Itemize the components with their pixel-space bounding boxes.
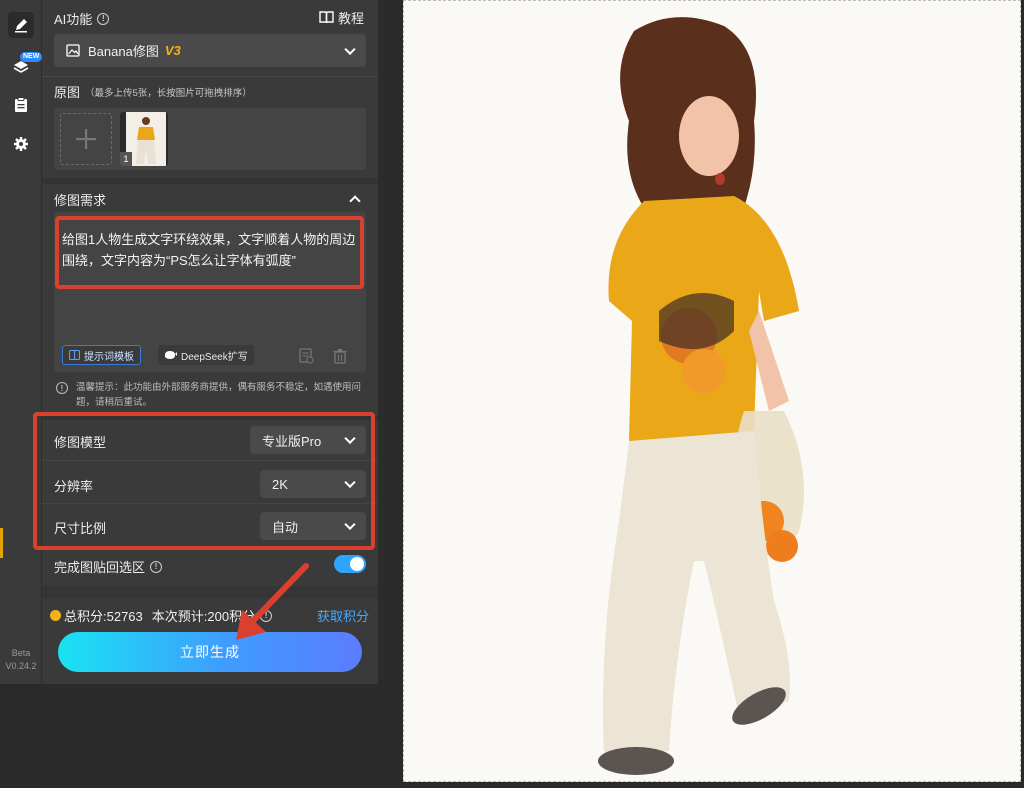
prompt-text: 给图1人物生成文字环绕效果，文字顺着人物的周边围绕，文字内容为“PS怎么让字体有… bbox=[62, 232, 356, 268]
ai-model-select[interactable]: Banana修图 V3 bbox=[54, 34, 366, 67]
tutorial-label: 教程 bbox=[337, 11, 364, 26]
panel-gutter bbox=[378, 0, 400, 788]
edit-tool-button[interactable] bbox=[8, 12, 34, 38]
prompt-textarea[interactable]: 给图1人物生成文字环绕效果，文字顺着人物的周边围绕，文字内容为“PS怎么让字体有… bbox=[54, 212, 366, 372]
notice: ! 温馨提示：此功能由外部服务商提供，偶有服务不稳定，如遇使用问题，请稍后重试。 bbox=[56, 380, 364, 410]
image-edit-icon bbox=[66, 44, 80, 57]
trash-icon[interactable] bbox=[332, 348, 348, 364]
whale-icon bbox=[165, 351, 177, 359]
model-setting-select[interactable]: 专业版Pro bbox=[250, 426, 366, 454]
section-separator bbox=[42, 416, 378, 420]
collapse-button[interactable] bbox=[347, 192, 363, 207]
notice-info-icon: ! bbox=[56, 382, 68, 394]
clipboard-icon bbox=[15, 97, 27, 112]
original-hint: （最多上传5张，长按图片可拖拽排序） bbox=[85, 87, 252, 99]
history-icon[interactable] bbox=[298, 348, 314, 364]
thumbnail-index: 1 bbox=[120, 152, 132, 166]
resolution-select[interactable]: 2K bbox=[260, 470, 366, 498]
get-credits-link[interactable]: 获取积分 bbox=[317, 606, 369, 625]
notes-tool-button[interactable] bbox=[8, 92, 34, 118]
deepseek-expand-button[interactable]: DeepSeek扩写 bbox=[158, 345, 254, 365]
version-label: Beta bbox=[11, 648, 31, 658]
paste-back-toggle[interactable] bbox=[334, 555, 366, 573]
chevron-down-icon bbox=[344, 43, 356, 55]
deepseek-label: DeepSeek扩写 bbox=[181, 351, 248, 363]
paste-back-label: 完成图贴回选区 bbox=[54, 560, 146, 575]
thumbnail-photo bbox=[126, 112, 166, 166]
resolution-label: 分辨率 bbox=[54, 479, 94, 494]
ai-panel: AI功能 ! 教程 Banana修图 V3 原图 （最多上传5张，长按图片可拖拽… bbox=[42, 0, 378, 684]
ratio-value: 自动 bbox=[272, 519, 299, 535]
section-separator bbox=[42, 178, 378, 184]
panel-footer-area bbox=[42, 684, 378, 788]
prompt-template-label: 提示词模板 bbox=[84, 351, 134, 363]
settings-tool-button[interactable] bbox=[8, 131, 34, 157]
tool-rail: NEW Beta V0.24.2 bbox=[0, 0, 43, 684]
arrow-annotation bbox=[236, 563, 309, 640]
prompt-header: 修图需求 bbox=[54, 190, 106, 209]
rail-footer bbox=[0, 684, 42, 788]
ai-model-name: Banana修图 bbox=[88, 44, 159, 59]
plus-icon bbox=[76, 129, 96, 149]
pencil-icon bbox=[15, 19, 27, 33]
tutorial-link[interactable]: 教程 bbox=[319, 8, 364, 27]
ratio-select[interactable]: 自动 bbox=[260, 512, 366, 540]
version-number: V0.24.2 bbox=[5, 661, 37, 671]
image-thumbnail[interactable]: 1 bbox=[120, 112, 168, 166]
info-icon[interactable]: ! bbox=[97, 12, 110, 25]
original-image-area: 1 bbox=[54, 108, 366, 170]
ai-model-version: V3 bbox=[164, 43, 181, 58]
panel-title: AI功能 bbox=[54, 12, 93, 27]
prompt-template-button[interactable]: 提示词模板 bbox=[62, 345, 141, 365]
add-image-button[interactable] bbox=[60, 113, 112, 165]
model-setting-label: 修图模型 bbox=[54, 435, 107, 450]
total-credits: 总积分:52763 bbox=[64, 609, 143, 624]
section-separator bbox=[42, 586, 378, 598]
template-icon bbox=[69, 350, 80, 360]
divider bbox=[42, 503, 378, 504]
divider bbox=[42, 460, 378, 461]
prompt-title: 修图需求 bbox=[54, 193, 107, 208]
book-icon bbox=[319, 11, 334, 24]
model-photo bbox=[598, 17, 804, 775]
chevron-down-icon bbox=[344, 518, 356, 531]
chevron-down-icon bbox=[344, 476, 356, 489]
info-icon[interactable]: ! bbox=[150, 560, 163, 573]
chevron-down-icon bbox=[344, 432, 356, 445]
coin-icon bbox=[50, 610, 61, 621]
notice-text: 温馨提示：此功能由外部服务商提供，偶有服务不稳定，如遇使用问题，请稍后重试。 bbox=[76, 382, 362, 408]
toggle-knob bbox=[350, 557, 364, 571]
model-setting-value: 专业版Pro bbox=[262, 433, 322, 449]
original-title: 原图 bbox=[54, 85, 81, 100]
resolution-value: 2K bbox=[272, 476, 288, 492]
chevron-up-icon bbox=[349, 195, 361, 207]
panel-header: AI功能 ! bbox=[54, 9, 110, 28]
ratio-label: 尺寸比例 bbox=[54, 521, 107, 536]
new-badge: NEW bbox=[20, 52, 43, 62]
rail-edge-marker bbox=[0, 528, 3, 558]
original-header: 原图 （最多上传5张，长按图片可拖拽排序） bbox=[54, 82, 252, 101]
document-canvas[interactable] bbox=[403, 0, 1021, 782]
gear-icon bbox=[14, 137, 28, 151]
divider bbox=[42, 76, 378, 77]
paste-back-row: 完成图贴回选区 ! bbox=[54, 557, 163, 576]
